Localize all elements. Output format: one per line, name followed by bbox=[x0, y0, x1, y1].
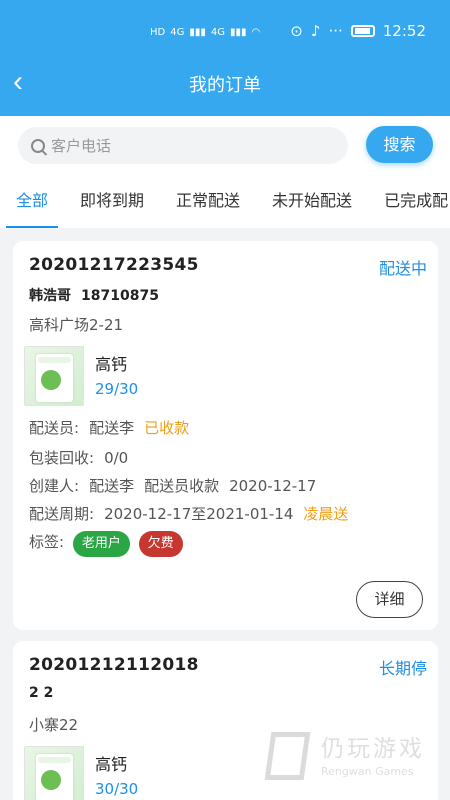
signal-icon-2: ▮▮▮ bbox=[230, 26, 247, 38]
search-icon bbox=[31, 138, 45, 153]
customer-name: 2 2 bbox=[29, 685, 54, 701]
delivery-time: 凌晨送 bbox=[303, 505, 349, 523]
status-bar-right: ⊙ ♪ ··· 12:52 bbox=[290, 22, 426, 40]
watermark: 仍玩游戏 Rengwan Games bbox=[264, 728, 428, 788]
period-label: 配送周期: bbox=[29, 505, 95, 523]
tag-arrears: 欠费 bbox=[138, 531, 183, 557]
collector: 配送员收款 bbox=[144, 477, 220, 495]
page-title: 我的订单 bbox=[189, 75, 261, 96]
recycle-row: 包装回收: 0/0 bbox=[29, 447, 128, 468]
more-icon: ··· bbox=[328, 22, 343, 40]
product-image bbox=[24, 346, 84, 406]
payment-status: 已收款 bbox=[144, 419, 190, 437]
clock: 12:52 bbox=[382, 22, 426, 40]
customer-address: 高科广场2-21 bbox=[29, 316, 124, 334]
status-indicators: HD 4G ▮▮▮ 4G ▮▮▮ ◠ bbox=[150, 20, 260, 44]
app-icon: ⊙ bbox=[290, 22, 303, 40]
battery-icon bbox=[350, 25, 375, 37]
watermark-brand: 仍玩游戏 bbox=[321, 736, 425, 762]
app-header bbox=[0, 0, 450, 116]
order-status: 配送中 bbox=[378, 259, 427, 278]
product-count: 30/30 bbox=[95, 780, 139, 798]
tab-normal-delivery[interactable]: 正常配送 bbox=[160, 175, 256, 228]
customer-name: 韩浩哥 bbox=[29, 288, 71, 304]
hd-label-1: HD bbox=[150, 26, 166, 38]
creator-label: 创建人: bbox=[29, 477, 80, 495]
order-number: 20201217223545 bbox=[29, 255, 199, 275]
watermark-logo bbox=[264, 732, 311, 780]
customer-phone: 18710875 bbox=[81, 288, 159, 304]
tab-completed[interactable]: 已完成配 bbox=[368, 175, 450, 228]
milk-carton-icon bbox=[36, 754, 73, 800]
signal-label-1: 4G bbox=[170, 26, 185, 38]
detail-button[interactable]: 详细 bbox=[356, 581, 423, 618]
tag-old-user: 老用户 bbox=[72, 531, 130, 557]
courier-row: 配送员: 配送李 已收款 bbox=[29, 417, 189, 438]
tags-row: 标签: 老用户 欠费 bbox=[29, 531, 183, 557]
delivery-period: 2020-12-17至2021-01-14 bbox=[104, 505, 294, 523]
customer-info: 韩浩哥 18710875 bbox=[29, 285, 159, 305]
product-name: 高钙 bbox=[95, 355, 128, 374]
tab-expiring[interactable]: 即将到期 bbox=[64, 175, 160, 228]
customer-address: 小寨22 bbox=[29, 716, 79, 734]
recycle-value: 0/0 bbox=[104, 449, 129, 467]
tiktok-icon: ♪ bbox=[310, 22, 321, 40]
courier-name: 配送李 bbox=[89, 419, 135, 437]
created-date: 2020-12-17 bbox=[229, 477, 317, 495]
wifi-icon: ◠ bbox=[251, 26, 261, 38]
product-name: 高钙 bbox=[95, 755, 128, 774]
milk-carton-icon bbox=[36, 354, 73, 402]
search-input[interactable]: 客户电话 bbox=[18, 127, 348, 164]
creator-row: 创建人: 配送李 配送员收款 2020-12-17 bbox=[29, 475, 316, 496]
signal-icon: ▮▮▮ bbox=[189, 26, 206, 38]
search-button[interactable]: 搜索 bbox=[366, 126, 433, 163]
order-card[interactable]: 20201217223545 配送中 韩浩哥 18710875 高科广场2-21 … bbox=[13, 241, 438, 630]
order-number: 20201212112018 bbox=[29, 655, 199, 675]
search-section: 客户电话 搜索 bbox=[0, 116, 450, 175]
creator-name: 配送李 bbox=[89, 477, 135, 495]
order-status: 长期停 bbox=[378, 659, 427, 678]
product-count: 29/30 bbox=[95, 380, 139, 398]
period-row: 配送周期: 2020-12-17至2021-01-14 凌晨送 bbox=[29, 503, 348, 524]
order-tabs: 全部 即将到期 正常配送 未开始配送 已完成配 bbox=[0, 175, 450, 228]
signal-label-2: 4G bbox=[210, 26, 225, 38]
search-placeholder: 客户电话 bbox=[51, 137, 112, 155]
tab-not-started[interactable]: 未开始配送 bbox=[256, 175, 368, 228]
tab-all[interactable]: 全部 bbox=[0, 175, 64, 228]
courier-label: 配送员: bbox=[29, 419, 80, 437]
watermark-brand-en: Rengwan Games bbox=[321, 765, 414, 778]
tags-label: 标签: bbox=[29, 533, 65, 551]
product-image bbox=[24, 746, 84, 800]
recycle-label: 包装回收: bbox=[29, 449, 95, 467]
